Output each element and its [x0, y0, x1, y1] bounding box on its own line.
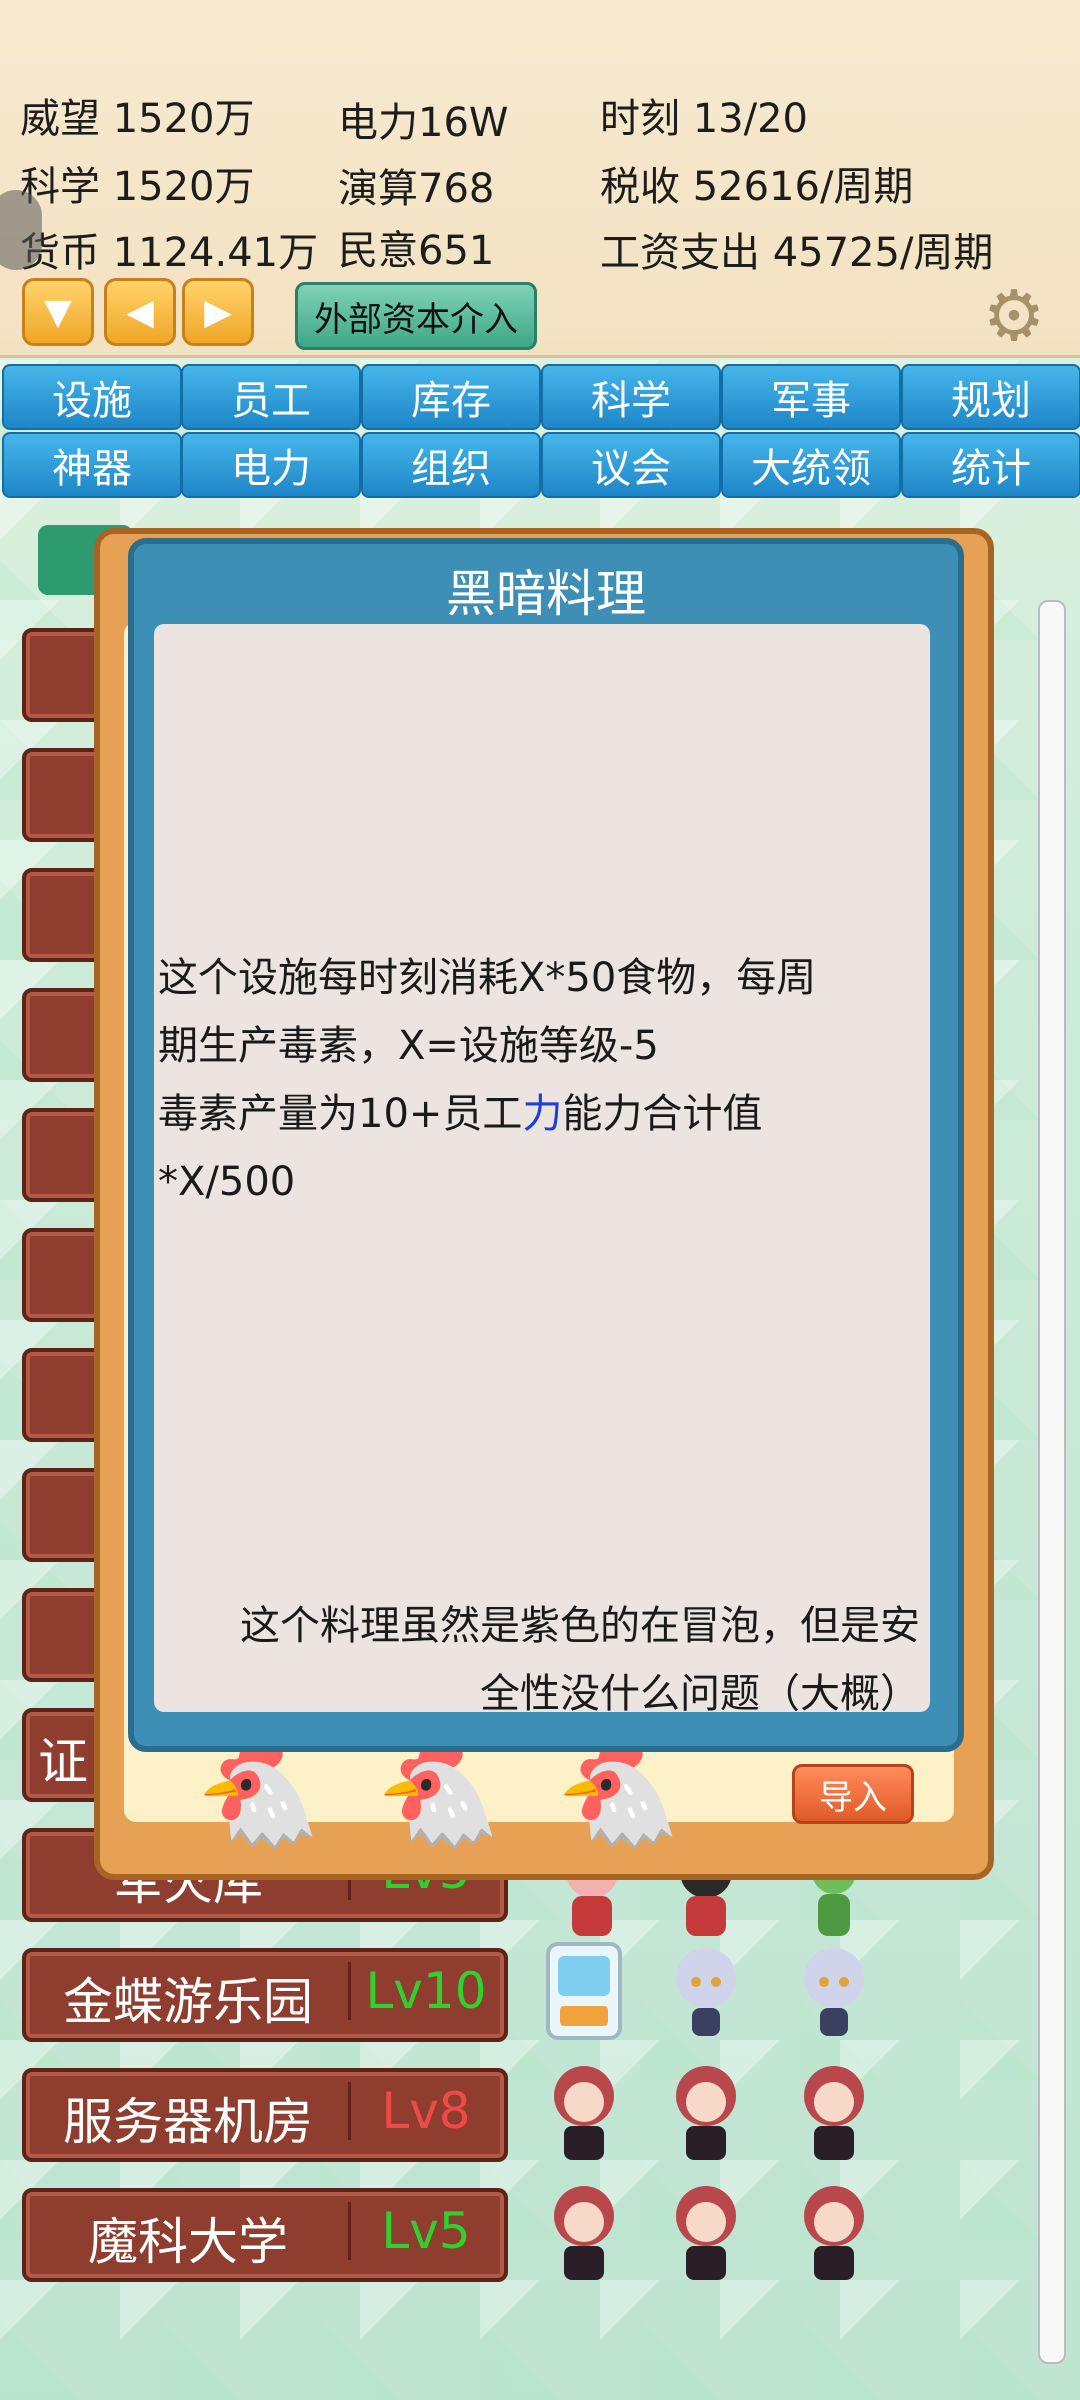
- currency-stat: 货币 1124.41万: [20, 230, 319, 276]
- opinion-stat: 民意651: [338, 228, 495, 274]
- staff-avatar[interactable]: [790, 1938, 878, 2044]
- right-arrow-icon: ▶: [204, 291, 232, 333]
- tab-power[interactable]: 电力: [181, 432, 361, 498]
- tab-organization[interactable]: 组织: [361, 432, 541, 498]
- tab-parliament[interactable]: 议会: [541, 432, 721, 498]
- description-line: 这个设施每时刻消耗X*50食物，每周: [158, 955, 817, 1001]
- external-capital-button[interactable]: 外部资本介入: [295, 282, 537, 350]
- tab-facilities[interactable]: 设施: [2, 364, 182, 430]
- status-panel: 威望 1520万 科学 1520万 货币 1124.41万 电力16W 演算76…: [0, 0, 1080, 358]
- science-stat: 科学 1520万: [20, 164, 255, 210]
- tab-planning[interactable]: 规划: [901, 364, 1080, 430]
- time-stat: 时刻 13/20: [600, 96, 808, 142]
- staff-avatar[interactable]: [662, 1938, 750, 2044]
- facility-level: Lv8: [348, 2082, 501, 2140]
- vending-machine-icon[interactable]: [540, 1938, 628, 2044]
- description-text: 能力合计值: [562, 1091, 763, 1137]
- tab-statistics[interactable]: 统计: [901, 432, 1080, 498]
- tab-science[interactable]: 科学: [541, 364, 721, 430]
- wages-stat: 工资支出 45725/周期: [600, 230, 994, 276]
- tab-military[interactable]: 军事: [721, 364, 901, 430]
- dialog-body: 这个设施每时刻消耗X*50食物，每周 期生产毒素，X=设施等级-5 毒素产量为1…: [154, 624, 930, 1717]
- facility-name: 魔科大学: [88, 2213, 288, 2271]
- staff-avatar[interactable]: [540, 2058, 628, 2164]
- down-arrow-icon: ▼: [44, 291, 72, 333]
- power-stat: 电力16W: [338, 100, 509, 146]
- facility-name: 服务器机房: [63, 2093, 313, 2151]
- flavor-text: 这个料理虽然是紫色的在冒泡，但是安 全性没什么问题（大概）: [164, 1592, 920, 1728]
- floating-handle[interactable]: [0, 190, 42, 270]
- description-dialog: 黑暗料理 这个设施每时刻消耗X*50食物，每周 期生产毒素，X=设施等级-5 毒…: [128, 538, 964, 1752]
- description-line: 期生产毒素，X=设施等级-5: [158, 1023, 659, 1069]
- staff-avatar[interactable]: [790, 2178, 878, 2284]
- staff-avatar[interactable]: [540, 2178, 628, 2284]
- left-arrow-button[interactable]: ◀: [104, 278, 176, 346]
- staff-avatar[interactable]: [790, 2058, 878, 2164]
- compute-stat: 演算768: [338, 166, 495, 212]
- tab-inventory[interactable]: 库存: [361, 364, 541, 430]
- facility-row[interactable]: 金蝶游乐园 Lv10: [22, 1948, 508, 2042]
- down-arrow-button[interactable]: ▼: [22, 278, 94, 346]
- description-line: *X/500: [158, 1159, 296, 1205]
- staff-avatar[interactable]: [662, 2178, 750, 2284]
- facility-description: 这个设施每时刻消耗X*50食物，每周 期生产毒素，X=设施等级-5 毒素产量为1…: [158, 944, 918, 1216]
- flavor-line: 这个料理虽然是紫色的在冒泡，但是安: [240, 1603, 920, 1649]
- tab-artifacts[interactable]: 神器: [2, 432, 182, 498]
- right-arrow-button[interactable]: ▶: [182, 278, 254, 346]
- facility-level: Lv10: [348, 1962, 501, 2020]
- dialog-title: 黑暗料理: [446, 565, 646, 623]
- facility-row[interactable]: 服务器机房 Lv8: [22, 2068, 508, 2162]
- facility-level: Lv5: [348, 2202, 501, 2260]
- tab-president[interactable]: 大统领: [721, 432, 901, 498]
- tab-staff[interactable]: 员工: [181, 364, 361, 430]
- prestige-stat: 威望 1520万: [20, 96, 255, 142]
- staff-avatar[interactable]: [662, 2058, 750, 2164]
- facility-name: 金蝶游乐园: [63, 1973, 313, 2031]
- gear-icon[interactable]: ⚙: [978, 280, 1050, 352]
- description-text: 毒素产量为10+员工: [158, 1091, 523, 1137]
- import-button[interactable]: 导入: [792, 1764, 914, 1824]
- flavor-line: 全性没什么问题（大概）: [480, 1671, 920, 1717]
- tax-stat: 税收 52616/周期: [600, 164, 914, 210]
- description-line: 毒素产量为10+员工力能力合计值: [158, 1080, 918, 1148]
- scrollbar[interactable]: [1038, 600, 1066, 2364]
- left-arrow-icon: ◀: [126, 291, 154, 333]
- highlight-stat: 力: [522, 1091, 563, 1137]
- facility-row[interactable]: 魔科大学 Lv5: [22, 2188, 508, 2282]
